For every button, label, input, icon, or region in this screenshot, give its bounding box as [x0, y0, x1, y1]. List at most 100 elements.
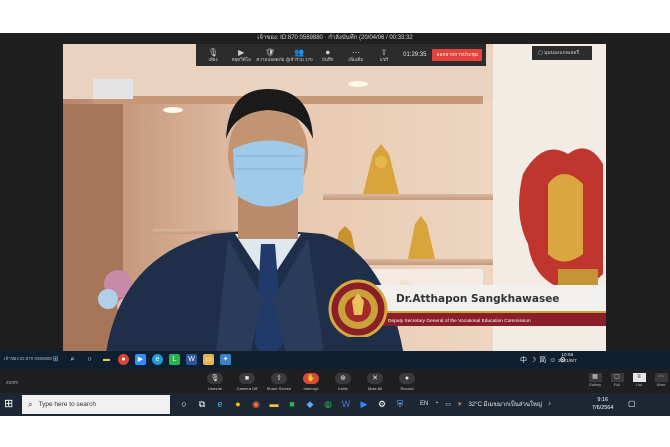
interrupt-label: Interrupt [303, 386, 319, 391]
word-icon[interactable]: W [340, 397, 352, 411]
record-icon: ⏺ [325, 47, 330, 57]
security-shield-icon[interactable]: ⛨ [394, 397, 406, 411]
record-toolbar-button[interactable]: ● Record [394, 373, 420, 391]
microphone-button[interactable]: 🎙 เสียง [200, 45, 226, 65]
remote-taskbar: เจ้าของ ID:870 0569880 ⊞ ⌕ ○ ▬ ● ▶ e L W… [0, 351, 670, 369]
video-label: หยุดวิดีโอ [231, 56, 251, 62]
list-button[interactable]: ≡ List [630, 373, 648, 387]
remote-clock: 10:56 2021/6/7 [558, 353, 577, 365]
participants-button[interactable]: 👥 ผู้เข้าร่วม 170 [286, 45, 312, 65]
record-toolbar-label: Record [400, 386, 414, 391]
emoji-icon[interactable]: ☺ [549, 357, 556, 364]
mute-all-button[interactable]: ✕ Mute All [362, 373, 388, 391]
task-view-icon[interactable]: ○ [178, 397, 190, 411]
full-button[interactable]: ▢ Full [608, 373, 626, 387]
wechat-icon[interactable]: ◍ [322, 397, 334, 411]
pinned-app-icon[interactable]: ✦ [220, 354, 231, 365]
meeting-title-bar: เจ้าของ: ID:870 0569880 · กำลังบันทึก (2… [257, 35, 413, 41]
camera-icon: ■ [239, 373, 255, 384]
unmute-label: Unmute [207, 386, 222, 391]
taskbar-time: 9:16 [597, 397, 609, 403]
record-label: บันทึก [321, 56, 334, 62]
chrome-icon[interactable]: ● [118, 354, 129, 365]
more-icon: ⋯ [654, 373, 668, 382]
file-explorer-icon[interactable]: ▬ [101, 354, 112, 365]
security-button[interactable]: 🛡 ความปลอดภัย [256, 45, 284, 65]
search-icon: ⌕ [28, 399, 33, 409]
more-button[interactable]: ⋯ เพิ่มเติม [343, 45, 369, 65]
share-screen-label: Share Screen [266, 386, 292, 391]
interrupt-icon: ✋ [303, 373, 319, 384]
invite-button[interactable]: ⊕ Invite [330, 373, 356, 391]
firefox-icon[interactable]: ◉ [250, 397, 262, 411]
share-screen-icon: ⇧ [271, 373, 287, 384]
tray-overflow-icon[interactable]: ⌃ [434, 401, 439, 408]
line-icon[interactable]: ■ [286, 397, 298, 411]
taskbar-search-box[interactable]: ⌕ Type here to search [22, 395, 170, 414]
zoom-meeting-window: เจ้าของ: ID:870 0569880 · กำลังบันทึก (2… [0, 33, 670, 416]
gallery-label: Gallery [588, 383, 602, 387]
camera-off-button[interactable]: ■ Camera Off [234, 373, 260, 391]
meeting-timer: 01:29:35 [403, 52, 427, 58]
zoom-logo: zoom [6, 380, 19, 386]
mute-all-label: Mute All [367, 386, 383, 391]
messenger-icon[interactable]: ◆ [304, 397, 316, 411]
more-view-button[interactable]: ⋯ More [652, 373, 670, 387]
unmute-button[interactable]: 🎙 Unmute [202, 373, 228, 391]
language-indicator[interactable]: EN [420, 401, 428, 407]
edge-icon[interactable]: e [214, 397, 226, 411]
windows-start-icon[interactable]: ⊞ [4, 398, 16, 410]
folder-icon[interactable]: ▭ [203, 354, 214, 365]
ime-icon[interactable]: 中 [520, 355, 527, 365]
invite-label: Invite [338, 386, 348, 391]
word-icon[interactable]: W [186, 354, 197, 365]
banner-graphic [328, 279, 606, 339]
interrupt-button[interactable]: ✋ Interrupt [298, 373, 324, 391]
notifications-icon[interactable]: ▢ [628, 399, 636, 408]
chrome-icon[interactable]: ● [232, 397, 244, 411]
search-placeholder: Type here to search [38, 401, 96, 408]
video-icon: ▶ [238, 47, 245, 57]
share-button[interactable]: ⇧ แชร์ [371, 45, 397, 65]
full-label: Full [613, 383, 621, 387]
participants-icon: 👥 [294, 47, 305, 57]
edge-icon[interactable]: e [152, 354, 163, 365]
more-icon: ⋯ [351, 47, 360, 57]
simplified-icon[interactable]: 简 [539, 355, 546, 365]
meeting-controls-toolbar: 🎙 เสียง ▶ หยุดวิดีโอ 🛡 ความปลอดภัย 👥 ผู้… [196, 44, 486, 66]
file-explorer-icon[interactable]: ▬ [268, 397, 280, 411]
network-icon[interactable]: ▭ [445, 401, 451, 408]
line-icon[interactable]: L [169, 354, 180, 365]
taskbar-clock[interactable]: 9:16 7/6/2564 [592, 396, 613, 412]
weather-text[interactable]: 32°C มีเมฆมากเป็นส่วนใหญ่ [468, 399, 542, 409]
speaker-name: Dr.Atthapon Sangkhawasee [396, 293, 560, 305]
weather-icon[interactable]: ☀ [457, 401, 462, 408]
participants-label: ผู้เข้าร่วม 170 [286, 56, 313, 62]
record-icon: ● [399, 373, 415, 384]
share-icon: ⇧ [380, 47, 388, 57]
speaker-name-banner: Dr.Atthapon Sangkhawasee Deputy Secretar… [300, 279, 606, 339]
security-icon: 🛡 [265, 47, 276, 57]
zoom-app-icon[interactable]: ▶ [135, 354, 146, 365]
system-tray: EN ⌃ ▭ ☀ 32°C มีเมฆมากเป็นส่วนใหญ่ ♪ [420, 399, 551, 409]
video-button[interactable]: ▶ หยุดวิดีโอ [228, 45, 254, 65]
full-icon: ▢ [610, 373, 624, 382]
zoom-app-icon[interactable]: ▶ [358, 397, 370, 411]
gallery-button[interactable]: ▦ Gallery [586, 373, 604, 387]
gallery-icon: ▦ [588, 373, 602, 382]
volume-icon[interactable]: ♪ [548, 401, 551, 407]
moon-icon[interactable]: ☽ [530, 356, 536, 364]
gallery-view-toggle[interactable]: ▢ มุมมองแกลเลอรี [532, 46, 592, 60]
search-icon[interactable]: ⌕ [67, 354, 78, 365]
task-view-icon[interactable]: ○ [84, 354, 95, 365]
share-label: แชร์ [379, 56, 389, 62]
record-button[interactable]: ⏺ บันทึก [315, 45, 341, 65]
leave-meeting-button[interactable]: ออกจากการประชุม [432, 49, 483, 61]
windows-start-icon[interactable]: ⊞ [50, 354, 61, 365]
multitask-icon[interactable]: ⧉ [196, 397, 208, 411]
more-view-label: More [656, 383, 666, 387]
microphone-icon: 🎙 [208, 47, 219, 57]
microphone-label: เสียง [208, 56, 218, 62]
settings-icon[interactable]: ⚙ [376, 397, 388, 411]
share-screen-button[interactable]: ⇧ Share Screen [266, 373, 292, 391]
